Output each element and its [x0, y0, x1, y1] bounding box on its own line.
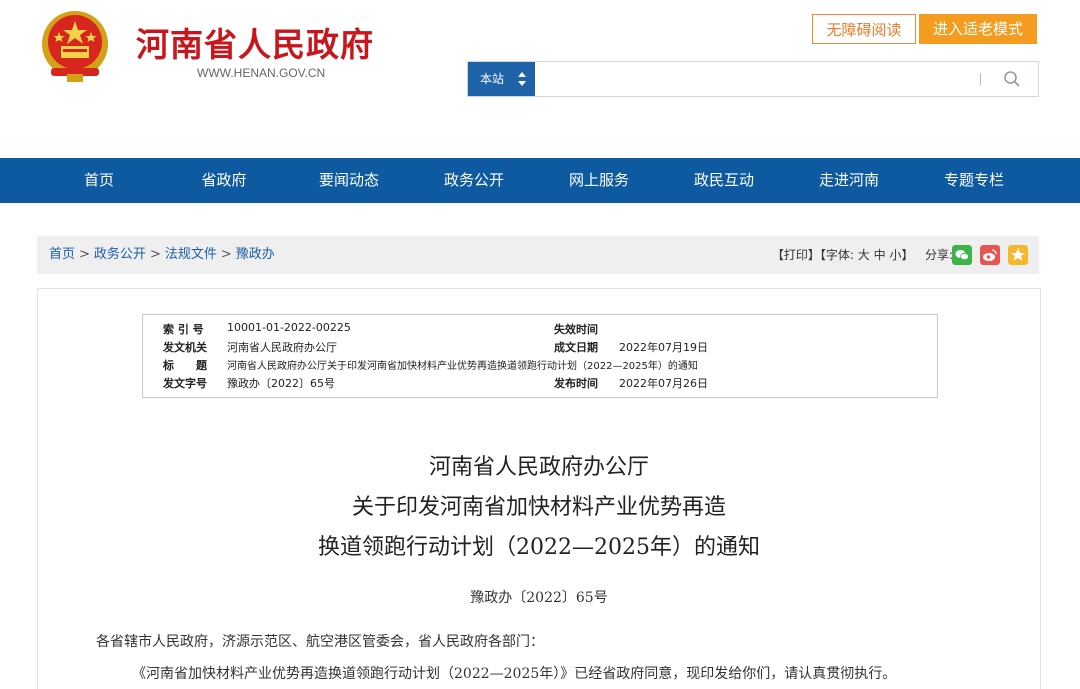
written-date-value: 2022年07月19日	[619, 341, 708, 354]
nav-item-open-affairs[interactable]: 政务公开	[424, 158, 524, 203]
salutation: 各省辖市人民政府，济源示范区、航空港区管委会，省人民政府各部门：	[96, 634, 544, 650]
breadcrumb-separator: >	[79, 247, 90, 262]
publish-time-label: 发布时间	[554, 377, 598, 390]
font-size-bracket: 】	[901, 248, 914, 262]
nav-item-government[interactable]: 省政府	[174, 158, 274, 203]
search-icon[interactable]	[1003, 70, 1021, 88]
font-small-button[interactable]: 小	[889, 248, 901, 262]
sort-arrows-icon	[518, 72, 526, 86]
breadcrumb-yuzhengban[interactable]: 豫政办	[236, 247, 275, 262]
breadcrumb-open-affairs[interactable]: 政务公开	[94, 247, 146, 262]
main-nav: 首页 省政府 要闻动态 政务公开 网上服务 政民互动 走进河南 专题专栏	[0, 158, 1080, 203]
print-button[interactable]: 【打印】	[772, 248, 820, 262]
font-size-label: 【字体:	[819, 248, 854, 262]
written-date-label: 成文日期	[554, 341, 598, 354]
issuer-label: 发文机关	[163, 341, 207, 354]
breadcrumb-regulations[interactable]: 法规文件	[165, 247, 217, 262]
document-title-line: 换道领跑行动计划（2022—2025年）的通知	[318, 535, 760, 560]
search-box: 本站	[467, 61, 1039, 97]
qzone-icon[interactable]	[1008, 245, 1028, 265]
accessibility-button[interactable]: 无障碍阅读	[812, 14, 916, 44]
expire-time-label: 失效时间	[554, 323, 598, 336]
breadcrumb-home[interactable]: 首页	[49, 247, 75, 262]
site-header: 河南省人民政府 WWW.HENAN.GOV.CN 无障碍阅读 进入适老模式 本站	[0, 0, 1080, 158]
publish-time-value: 2022年07月26日	[619, 377, 708, 390]
doc-number-value: 豫政办〔2022〕65号	[227, 377, 335, 390]
search-scope-select[interactable]: 本站	[468, 62, 535, 96]
font-large-button[interactable]: 大	[858, 248, 870, 262]
breadcrumb-separator: >	[149, 247, 161, 262]
nav-item-interaction[interactable]: 政民互动	[674, 158, 774, 203]
site-url: WWW.HENAN.GOV.CN	[197, 66, 326, 80]
doc-number-label: 发文字号	[163, 377, 207, 390]
article-content: 索 引 号 10001-01-2022-00225 失效时间 发文机关 河南省人…	[37, 288, 1041, 689]
nav-item-home[interactable]: 首页	[49, 158, 149, 203]
wechat-icon[interactable]	[952, 245, 972, 265]
document-title-line: 河南省人民政府办公厅	[428, 455, 649, 480]
index-number-label: 索 引 号	[163, 323, 204, 336]
nav-item-topics[interactable]: 专题专栏	[924, 158, 1024, 203]
title-label: 标 题	[163, 359, 207, 372]
document-title-line: 关于印发河南省加快材料产业优势再造	[351, 495, 726, 520]
search-input[interactable]	[538, 66, 942, 94]
body-paragraph: 《河南省加快材料产业优势再造换道领跑行动计划（2022—2025年）》已经省政府…	[132, 666, 897, 682]
share-label: 分享:	[924, 248, 953, 262]
issuer-value: 河南省人民政府办公厅	[227, 341, 337, 354]
nav-item-about-henan[interactable]: 走进河南	[799, 158, 899, 203]
document-metadata-table: 索 引 号 10001-01-2022-00225 失效时间 发文机关 河南省人…	[142, 314, 938, 398]
site-title: 河南省人民政府	[136, 25, 374, 64]
title-value: 河南省人民政府办公厅关于印发河南省加快材料产业优势再造换道领跑行动计划（2022…	[227, 361, 698, 372]
index-number-value: 10001-01-2022-00225	[227, 321, 351, 334]
breadcrumb-separator: >	[220, 247, 232, 262]
elder-mode-button[interactable]: 进入适老模式	[919, 14, 1037, 44]
breadcrumb: 首页 > 政务公开 > 法规文件 > 豫政办	[49, 236, 275, 274]
nav-item-news[interactable]: 要闻动态	[299, 158, 399, 203]
font-medium-button[interactable]: 中	[874, 248, 886, 262]
search-scope-label: 本站	[480, 72, 505, 86]
article-tools: 【打印】【字体: 大 中 小】 分享:	[772, 236, 953, 274]
national-emblem-icon	[42, 11, 108, 82]
search-divider	[980, 73, 981, 85]
nav-item-online-services[interactable]: 网上服务	[549, 158, 649, 203]
weibo-icon[interactable]	[980, 245, 1000, 265]
document-number: 豫政办〔2022〕65号	[470, 590, 608, 606]
breadcrumb-bar: 首页 > 政务公开 > 法规文件 > 豫政办 【打印】【字体: 大 中 小】 分享:	[37, 236, 1039, 274]
